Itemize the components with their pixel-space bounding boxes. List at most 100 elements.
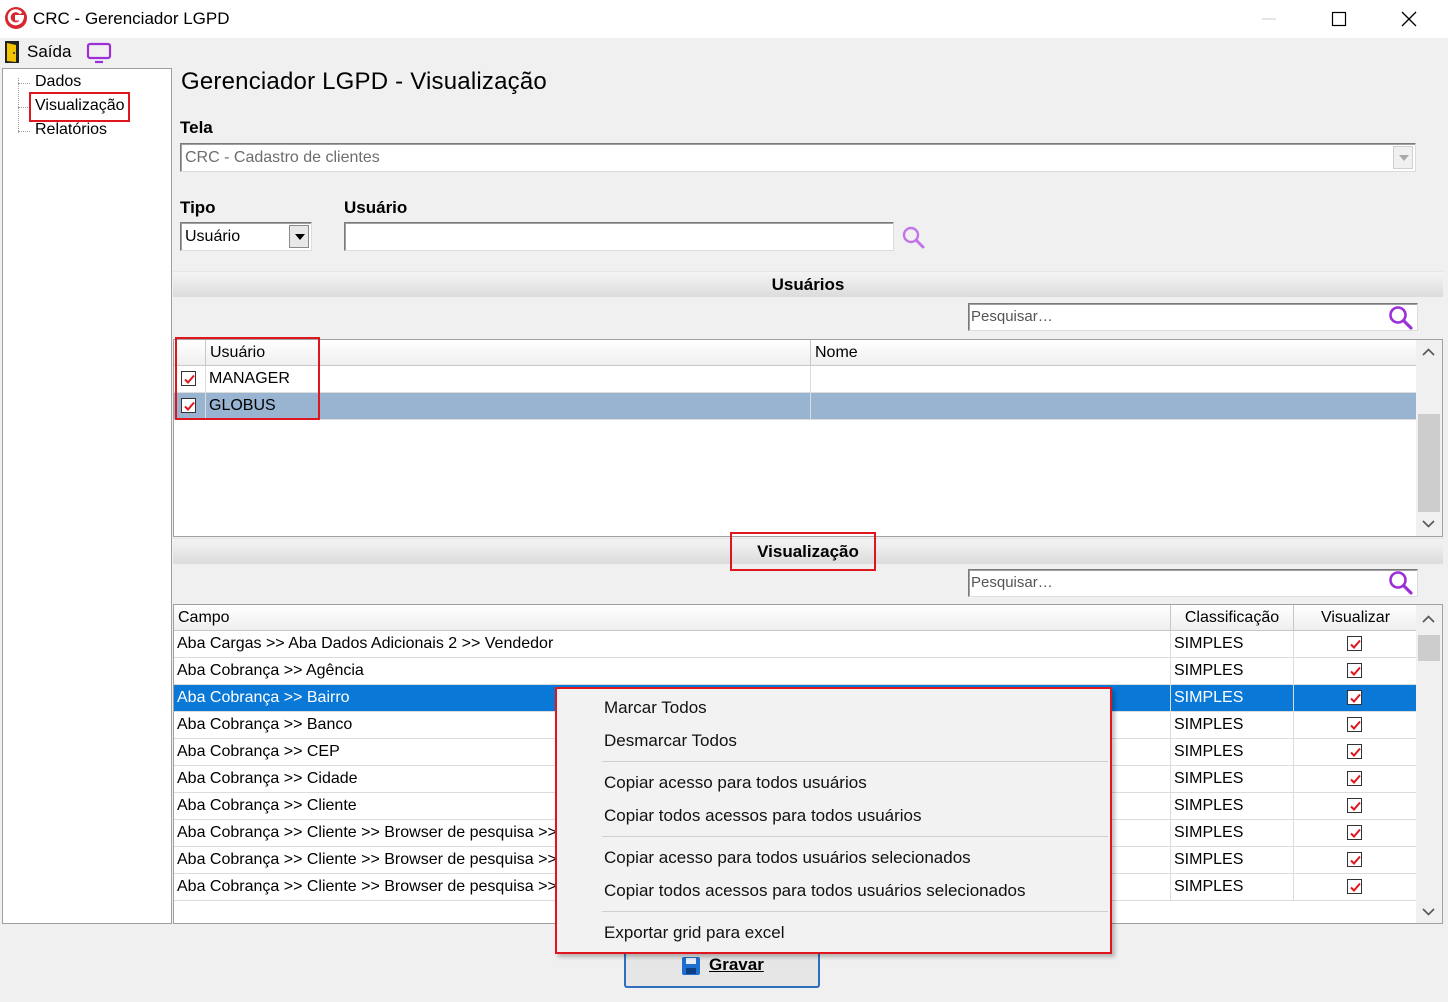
visualizar-checkbox[interactable] (1347, 717, 1362, 732)
nome-cell (811, 366, 1418, 393)
search-icon[interactable] (900, 224, 928, 252)
classificacao-cell: SIMPLES (1171, 739, 1294, 766)
visualizar-cell (1294, 793, 1418, 820)
tree-connector (18, 83, 30, 84)
classificacao-cell: SIMPLES (1171, 793, 1294, 820)
monitor-icon[interactable] (86, 41, 112, 65)
visualizar-checkbox[interactable] (1347, 744, 1362, 759)
usuario-input[interactable] (344, 222, 894, 251)
nome-cell (811, 393, 1418, 420)
visualizar-cell (1294, 739, 1418, 766)
menu-item-exportar-excel[interactable]: Exportar grid para excel (604, 923, 784, 943)
classificacao-cell: SIMPLES (1171, 658, 1294, 685)
menu-item-copiar-acesso-selecionados[interactable]: Copiar acesso para todos usuários seleci… (604, 848, 971, 868)
visualizar-checkbox[interactable] (1347, 852, 1362, 867)
context-menu: Marcar Todos Desmarcar Todos Copiar aces… (555, 687, 1112, 954)
app-logo-icon (4, 6, 28, 30)
tipo-select[interactable]: Usuário (180, 222, 312, 251)
visualizar-checkbox[interactable] (1347, 690, 1362, 705)
minimize-button[interactable] (1234, 0, 1304, 38)
scroll-thumb[interactable] (1418, 635, 1440, 661)
scroll-up-icon[interactable] (1422, 348, 1435, 356)
tree-connector (18, 131, 30, 132)
visualizar-cell (1294, 874, 1418, 901)
menu-item-desmarcar-todos[interactable]: Desmarcar Todos (604, 731, 737, 751)
classificacao-cell: SIMPLES (1171, 685, 1294, 712)
view-title-highlight-box (730, 532, 876, 571)
table-row[interactable]: MANAGER (174, 366, 1418, 393)
nav-item-dados[interactable]: Dados (35, 73, 81, 91)
scroll-down-icon[interactable] (1422, 520, 1435, 528)
close-button[interactable] (1374, 0, 1444, 38)
visualizar-cell (1294, 631, 1418, 658)
column-header-visualizar[interactable]: Visualizar (1294, 605, 1418, 631)
visualizar-cell (1294, 847, 1418, 874)
users-search-input[interactable] (969, 304, 1379, 328)
nav-item-relatorios[interactable]: Relatórios (35, 121, 107, 139)
visualizar-checkbox[interactable] (1347, 879, 1362, 894)
nav-selection-highlight (29, 92, 130, 122)
users-highlight-box (175, 337, 320, 420)
save-button-label: Gravar (709, 955, 764, 974)
view-search-box[interactable] (968, 569, 1418, 597)
maximize-button[interactable] (1304, 0, 1374, 38)
search-icon[interactable] (1387, 569, 1415, 597)
visualizar-checkbox[interactable] (1347, 798, 1362, 813)
visualizar-cell (1294, 712, 1418, 739)
classificacao-cell: SIMPLES (1171, 712, 1294, 739)
chevron-down-icon[interactable] (289, 225, 309, 248)
campo-cell: Aba Cargas >> Aba Dados Adicionais 2 >> … (174, 631, 1171, 658)
visualizar-checkbox[interactable] (1347, 771, 1362, 786)
visualizar-checkbox[interactable] (1347, 825, 1362, 840)
scroll-thumb[interactable] (1418, 414, 1440, 512)
exit-door-icon[interactable] (4, 40, 22, 64)
menu-separator (602, 911, 1108, 912)
users-section-title: Usuários (771, 275, 845, 294)
window-title: CRC - Gerenciador LGPD (33, 9, 230, 28)
table-row[interactable]: GLOBUS (174, 393, 1418, 420)
visualizar-checkbox[interactable] (1347, 663, 1362, 678)
users-grid-header: Usuário Nome (174, 340, 1418, 366)
classificacao-cell: SIMPLES (1171, 847, 1294, 874)
tipo-select-value: Usuário (185, 228, 241, 245)
scroll-down-icon[interactable] (1422, 908, 1435, 916)
view-grid-scrollbar[interactable] (1416, 605, 1442, 923)
column-header-campo[interactable]: Campo (174, 605, 1171, 631)
chevron-down-icon[interactable] (1393, 146, 1413, 169)
tela-select[interactable]: CRC - Cadastro de clientes (180, 143, 1416, 172)
classificacao-cell: SIMPLES (1171, 874, 1294, 901)
campo-cell: Aba Cobrança >> Agência (174, 658, 1171, 685)
menu-item-marcar-todos[interactable]: Marcar Todos (604, 698, 707, 718)
users-grid: Usuário Nome MANAGER GLOBUS (173, 339, 1443, 537)
save-button[interactable]: Gravar (624, 950, 820, 988)
menu-separator (602, 836, 1108, 837)
visualizar-cell (1294, 658, 1418, 685)
classificacao-cell: SIMPLES (1171, 820, 1294, 847)
column-header-nome[interactable]: Nome (811, 340, 1418, 366)
menu-separator (602, 761, 1108, 762)
floppy-disk-icon (682, 957, 700, 975)
classificacao-cell: SIMPLES (1171, 631, 1294, 658)
usuario-label: Usuário (344, 198, 408, 217)
table-row[interactable]: Aba Cargas >> Aba Dados Adicionais 2 >> … (174, 631, 1418, 658)
visualizar-cell (1294, 685, 1418, 712)
scroll-up-icon[interactable] (1422, 615, 1435, 623)
visualizar-checkbox[interactable] (1347, 636, 1362, 651)
tela-select-value: CRC - Cadastro de clientes (185, 149, 380, 166)
visualizar-cell (1294, 766, 1418, 793)
tela-label: Tela (180, 118, 213, 137)
view-grid-header: Campo Classificação Visualizar (174, 605, 1418, 631)
navigation-tree (2, 68, 172, 924)
menu-item-copiar-todos-acessos-todos[interactable]: Copiar todos acessos para todos usuários (604, 806, 922, 826)
classificacao-cell: SIMPLES (1171, 766, 1294, 793)
menu-item-copiar-todos-acessos-selecionados[interactable]: Copiar todos acessos para todos usuários… (604, 881, 1025, 901)
visualizar-cell (1294, 820, 1418, 847)
menu-item-copiar-acesso-todos[interactable]: Copiar acesso para todos usuários (604, 773, 867, 793)
view-search-input[interactable] (969, 570, 1379, 594)
exit-button-label[interactable]: Saída (27, 42, 71, 62)
search-icon[interactable] (1387, 304, 1415, 332)
users-search-box[interactable] (968, 303, 1418, 331)
table-row[interactable]: Aba Cobrança >> Agência SIMPLES (174, 658, 1418, 685)
column-header-classificacao[interactable]: Classificação (1171, 605, 1294, 631)
users-grid-scrollbar[interactable] (1416, 340, 1442, 536)
